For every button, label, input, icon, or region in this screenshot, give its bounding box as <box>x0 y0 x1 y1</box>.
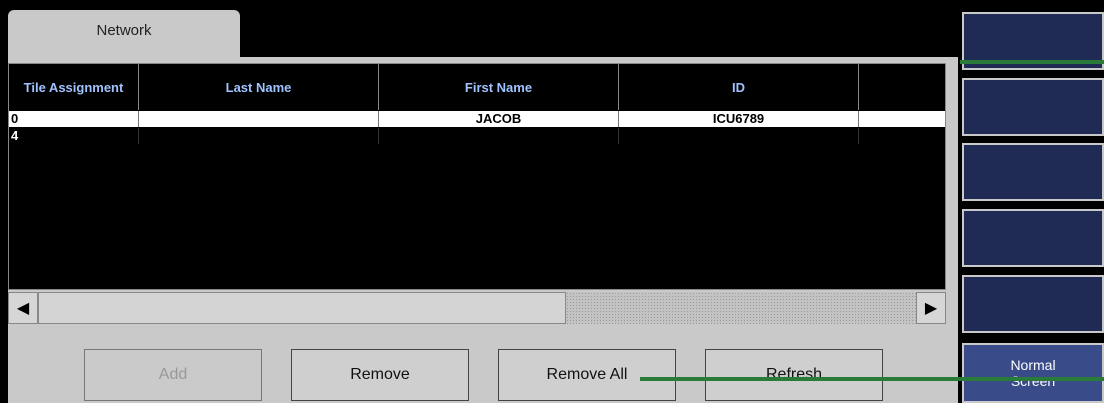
side-button-5[interactable] <box>962 275 1104 333</box>
cell-tile-assignment: 4 <box>9 128 139 144</box>
cell-id <box>619 128 859 144</box>
scrollbar-thumb[interactable] <box>38 292 566 324</box>
horizontal-scrollbar[interactable]: ◀ ▶ <box>8 292 946 324</box>
table-row[interactable]: 0 JACOB ICU6789 <box>9 111 945 127</box>
cell-last-name <box>139 111 379 127</box>
scroll-left-icon[interactable]: ◀ <box>8 292 38 324</box>
scroll-right-icon[interactable]: ▶ <box>916 292 946 324</box>
rendering-artifact <box>640 377 1104 381</box>
column-header-tile-assignment[interactable]: Tile Assignment <box>9 64 139 110</box>
cell-last-name <box>139 128 379 144</box>
side-button-4[interactable] <box>962 209 1104 267</box>
column-header-first-name[interactable]: First Name <box>379 64 619 110</box>
column-header-id[interactable]: ID <box>619 64 859 110</box>
screen: Network Tile Assignment Last Name First … <box>0 0 1104 403</box>
cell-first-name <box>379 128 619 144</box>
remove-all-button[interactable]: Remove All <box>498 349 676 401</box>
scrollbar-track[interactable] <box>566 292 916 324</box>
normal-screen-label-2: Screen <box>1010 373 1056 389</box>
cell-first-name: JACOB <box>379 111 619 127</box>
cell-tile-assignment: 0 <box>9 111 139 127</box>
cell-extra <box>859 128 947 144</box>
table-header: Tile Assignment Last Name First Name ID <box>9 64 945 110</box>
tab-network[interactable]: Network <box>8 10 240 58</box>
add-button[interactable]: Add <box>84 349 262 401</box>
normal-screen-label-1: Normal <box>1010 357 1056 373</box>
column-header-extra[interactable] <box>859 64 947 110</box>
column-header-last-name[interactable]: Last Name <box>139 64 379 110</box>
table-row[interactable]: 4 <box>9 128 945 144</box>
patient-table: Tile Assignment Last Name First Name ID … <box>8 63 946 290</box>
tab-label: Network <box>96 22 152 39</box>
cell-extra <box>859 111 947 127</box>
rendering-artifact <box>960 60 1104 64</box>
remove-button[interactable]: Remove <box>291 349 469 401</box>
side-button-2[interactable] <box>962 78 1104 136</box>
normal-screen-button[interactable]: Normal Screen <box>962 343 1104 403</box>
side-button-3[interactable] <box>962 143 1104 201</box>
cell-id: ICU6789 <box>619 111 859 127</box>
refresh-button[interactable]: Refresh <box>705 349 883 401</box>
